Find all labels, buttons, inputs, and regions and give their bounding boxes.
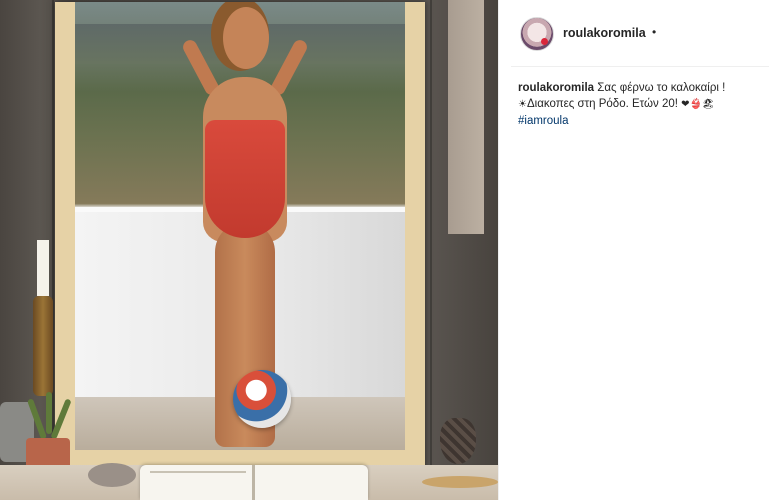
plant-leaf [46,392,52,434]
heart-bikini-beach-icons: ❤👙🏖 [681,99,715,110]
photo-person-head [223,7,269,69]
avatar-accent [541,38,548,45]
candle [37,240,49,296]
candle-holder [33,296,53,396]
photo-beach-ball [233,370,291,428]
hashtag-link[interactable]: #iamroula [518,115,569,127]
decor-stone [88,463,136,487]
username-link[interactable]: roulakoromila [563,26,646,40]
post-caption: roulakoromila Σας φέρνω το καλοκαίρι ! ☀… [518,80,763,129]
caption-line-1: Σας φέρνω το καλοκαίρι ! [597,82,726,94]
wood-plank-line [52,0,54,500]
open-book [140,465,368,500]
post-sidebar: roulakoromila • roulakoromila Σας φέρνω … [498,0,778,500]
wood-plank-line [430,0,432,500]
post-header: roulakoromila • [511,0,769,67]
caption-line-2: Διακοπες στη Ρόδο. Ετών 20! [526,98,678,110]
post-image[interactable] [0,0,498,500]
photo-red-swimsuit [205,120,285,238]
book-spine [252,465,255,500]
vintage-photo [75,2,405,450]
book-text-line [150,471,246,473]
caption-username-link[interactable]: roulakoromila [518,82,594,94]
header-separator: • [652,25,657,39]
photo-frame [55,2,425,469]
background-slate [448,0,484,234]
profile-avatar[interactable] [520,17,554,51]
wooden-plate [422,476,498,488]
sun-icon: ☀ [518,99,527,110]
pine-cone [440,418,476,464]
